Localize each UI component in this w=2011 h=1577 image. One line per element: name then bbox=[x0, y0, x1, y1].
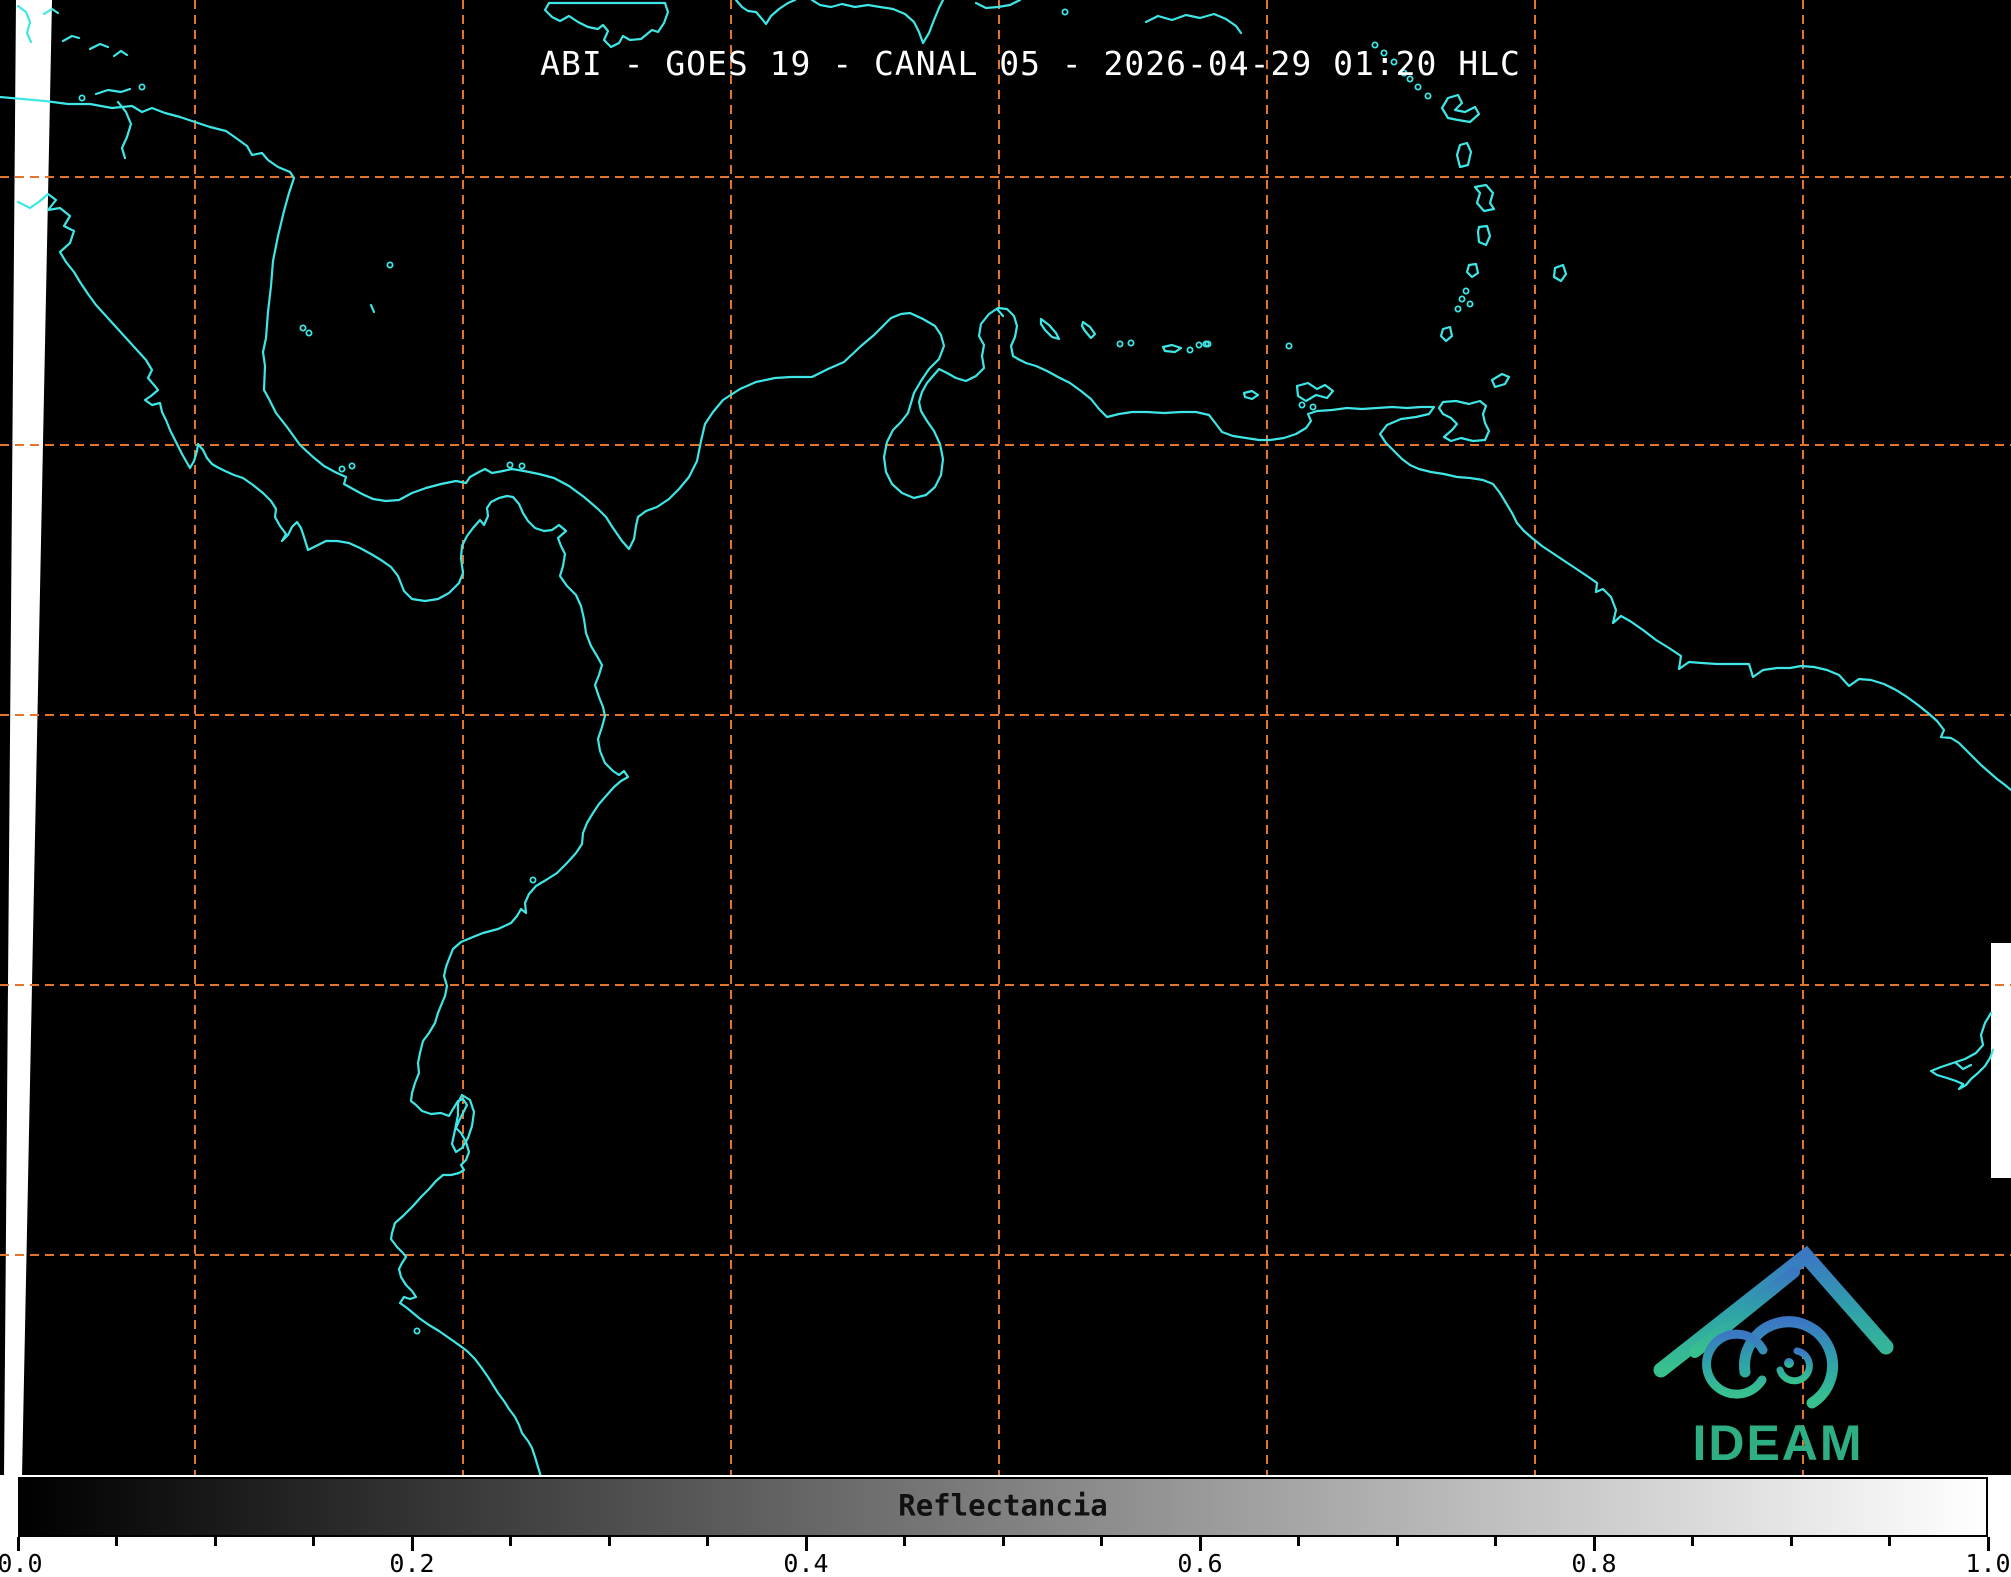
limb-strip bbox=[1991, 943, 2011, 1178]
colorbar-label: Reflectancia bbox=[898, 1488, 1108, 1523]
image-title: ABI - GOES 19 - CANAL 05 - 2026-04-29 01… bbox=[540, 44, 1521, 83]
satellite-image-viewport: ABI - GOES 19 - CANAL 05 - 2026-04-29 01… bbox=[0, 0, 2011, 1577]
colorbar-minor-tick bbox=[509, 1537, 512, 1546]
colorbar-minor-tick bbox=[115, 1537, 118, 1546]
colorbar-minor-tick bbox=[903, 1537, 906, 1546]
colorbar-tick-label: 0.4 bbox=[783, 1549, 829, 1577]
colorbar-minor-tick bbox=[213, 1537, 217, 1546]
colorbar-minor-tick bbox=[607, 1537, 611, 1546]
colorbar-minor-tick bbox=[1100, 1537, 1103, 1546]
colorbar-tick-label: 0.2 bbox=[389, 1549, 435, 1577]
colorbar-minor-tick bbox=[1494, 1537, 1497, 1546]
satellite-map: IDEAM bbox=[0, 0, 2011, 1477]
colorbar-minor-tick bbox=[1691, 1537, 1694, 1546]
colorbar-tick-label: 0.6 bbox=[1177, 1549, 1223, 1577]
colorbar-area: Reflectancia 0.0 0.2 0.4 0.6 0.8 1.0 bbox=[0, 1475, 2011, 1577]
colorbar-minor-tick bbox=[1888, 1537, 1891, 1546]
colorbar-tick-label: 1.0 bbox=[1965, 1549, 2011, 1577]
reflectance-colorbar: Reflectancia bbox=[18, 1477, 1988, 1537]
colorbar-tick-label: 0.0 bbox=[0, 1549, 43, 1577]
ideam-logo-text: IDEAM bbox=[1692, 1415, 1863, 1471]
colorbar-tick-label: 0.8 bbox=[1571, 1549, 1617, 1577]
colorbar-minor-tick bbox=[1395, 1537, 1399, 1546]
colorbar-minor-tick bbox=[1297, 1537, 1300, 1546]
colorbar-minor-tick bbox=[706, 1537, 709, 1546]
colorbar-minor-tick bbox=[1001, 1537, 1005, 1546]
ideam-logo-swirl-eye bbox=[1784, 1358, 1794, 1368]
colorbar-minor-tick bbox=[1789, 1537, 1793, 1546]
colorbar-minor-tick bbox=[312, 1537, 315, 1546]
